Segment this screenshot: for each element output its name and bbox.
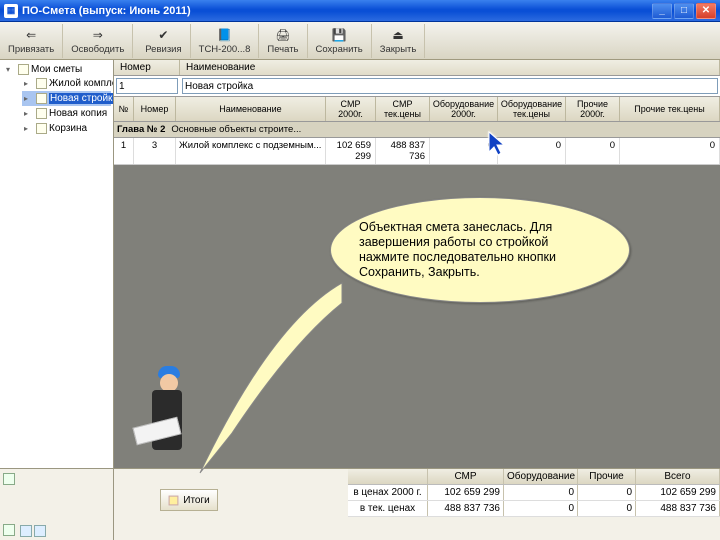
table-row[interactable]: 1 3 Жилой комплекс с подземным... 102 65… [114,138,720,165]
callout-tail-icon [192,263,352,483]
nomer-input[interactable] [116,78,178,94]
close-label: Закрыть [380,44,417,55]
sum-r1-c0: 488 837 736 [428,501,504,516]
sum-r1-c1: 0 [504,501,578,516]
header-naim: Наименование [180,60,720,75]
tsn-label: ТСН-200...8 [199,44,251,55]
col-ob1: Оборудование 2000г. [430,97,498,121]
bottom-panel: Итоги СМР Оборудование Прочие Всего в це… [0,468,720,540]
page-prev-icon[interactable] [20,525,32,537]
window-controls: _ □ ✕ [652,3,716,19]
sum-col-0: СМР [428,469,504,484]
sum-r0-c3: 102 659 299 [636,485,720,500]
summary-header: СМР Оборудование Прочие Всего [348,469,720,485]
revision-button[interactable]: ✔ Ревизия [137,24,190,58]
group-label: Глава № 2 [114,122,168,137]
scroll-down-icon[interactable] [3,524,15,536]
sum-col-3: Всего [636,469,720,484]
print-label: Печать [267,44,298,55]
sum-r0-c1: 0 [504,485,578,500]
minimize-button[interactable]: _ [652,3,672,19]
cell-idx: 1 [114,138,134,164]
col-naim: Наименование [176,97,326,121]
bind-button[interactable]: ⇐ Привязать [0,24,63,58]
cell-pr2: 0 [620,138,720,164]
tsn-icon: 📘 [217,27,233,43]
app-icon: ▦ [4,4,18,18]
project-tree[interactable]: Мои сметы Жилой комплекс Новая стройка Н… [0,60,114,468]
totals-label: Итоги [183,495,209,506]
pager-icons [20,525,46,537]
assistant-character [138,356,200,466]
col-sm2: СМР тек.цены [376,97,430,121]
tree-footer [0,469,114,540]
summary-row-0: в ценах 2000 г. 102 659 299 0 0 102 659 … [348,485,720,501]
summary-table: СМР Оборудование Прочие Всего в ценах 20… [348,469,720,540]
tree-item-1[interactable]: Новая стройка [22,91,111,106]
col-pr1: Прочие 2000г. [566,97,620,121]
form-header: Номер Наименование [114,60,720,76]
page-next-icon[interactable] [34,525,46,537]
cursor-icon [487,130,509,165]
save-icon: 💾 [331,27,347,43]
free-button[interactable]: ⇒ Освободить [63,24,133,58]
revision-icon: ✔ [155,27,171,43]
window-titlebar: ▦ ПО-Смета (выпуск: Июнь 2011) _ □ ✕ [0,0,720,22]
cell-naim: Жилой комплекс с подземным... [176,138,326,164]
totals-button[interactable]: Итоги [160,489,218,511]
col-idx: № [114,97,134,121]
tree-root[interactable]: Мои сметы Жилой комплекс Новая стройка Н… [4,62,113,137]
cell-num: 3 [134,138,176,164]
group-text: Основные объекты строите... [168,122,304,137]
print-button[interactable]: 🖨 Печать [259,24,307,58]
main-panel: Номер Наименование № Номер Наименование … [114,60,720,468]
scroll-up-icon[interactable] [3,473,15,485]
sum-r1-c3: 488 837 736 [636,501,720,516]
close-button[interactable]: ⏏ Закрыть [372,24,426,58]
form-row [114,76,720,97]
tutorial-callout: Объектная смета занеслась. Для завершени… [330,197,630,303]
revision-label: Ревизия [145,44,181,55]
grid-group-row[interactable]: Глава № 2 Основные объекты строите... [114,122,720,138]
maximize-button[interactable]: □ [674,3,694,19]
tree-item-3[interactable]: Корзина [22,121,111,136]
bind-icon: ⇐ [23,27,39,43]
sum-r1-c2: 0 [578,501,636,516]
sum-row0-label: в ценах 2000 г. [348,485,428,500]
cell-pr1: 0 [566,138,620,164]
cell-sm1: 102 659 299 [326,138,376,164]
callout-text: Объектная смета занеслась. Для завершени… [359,220,601,280]
sum-r0-c0: 102 659 299 [428,485,504,500]
grid-header: № Номер Наименование СМР 2000г. СМР тек.… [114,97,720,122]
save-button[interactable]: 💾 Сохранить [308,24,372,58]
print-icon: 🖨 [275,27,291,43]
col-num: Номер [134,97,176,121]
sum-col-2: Прочие [578,469,636,484]
summary-row-1: в тек. ценах 488 837 736 0 0 488 837 736 [348,501,720,517]
naim-input[interactable] [182,78,718,94]
window-close-button[interactable]: ✕ [696,3,716,19]
tsn-button[interactable]: 📘 ТСН-200...8 [191,24,260,58]
save-label: Сохранить [316,44,363,55]
col-ob2: Оборудование тек.цены [498,97,566,121]
tree-item-2[interactable]: Новая копия [22,106,111,121]
cell-sm2: 488 837 736 [376,138,430,164]
header-nomer: Номер [114,60,180,75]
free-label: Освободить [71,44,124,55]
main-toolbar: ⇐ Привязать ⇒ Освободить ✔ Ревизия 📘 ТСН… [0,22,720,60]
totals-icon [168,495,179,506]
tree-item-0[interactable]: Жилой комплекс [22,76,111,91]
close-icon: ⏏ [390,27,406,43]
empty-grid-area: Объектная смета занеслась. Для завершени… [114,165,720,468]
free-icon: ⇒ [90,27,106,43]
col-sm1: СМР 2000г. [326,97,376,121]
col-pr2: Прочие тек.цены [620,97,720,121]
sum-row1-label: в тек. ценах [348,501,428,516]
sum-r0-c2: 0 [578,485,636,500]
bind-label: Привязать [8,44,54,55]
sum-col-1: Оборудование [504,469,578,484]
window-title: ПО-Смета (выпуск: Июнь 2011) [22,5,652,17]
